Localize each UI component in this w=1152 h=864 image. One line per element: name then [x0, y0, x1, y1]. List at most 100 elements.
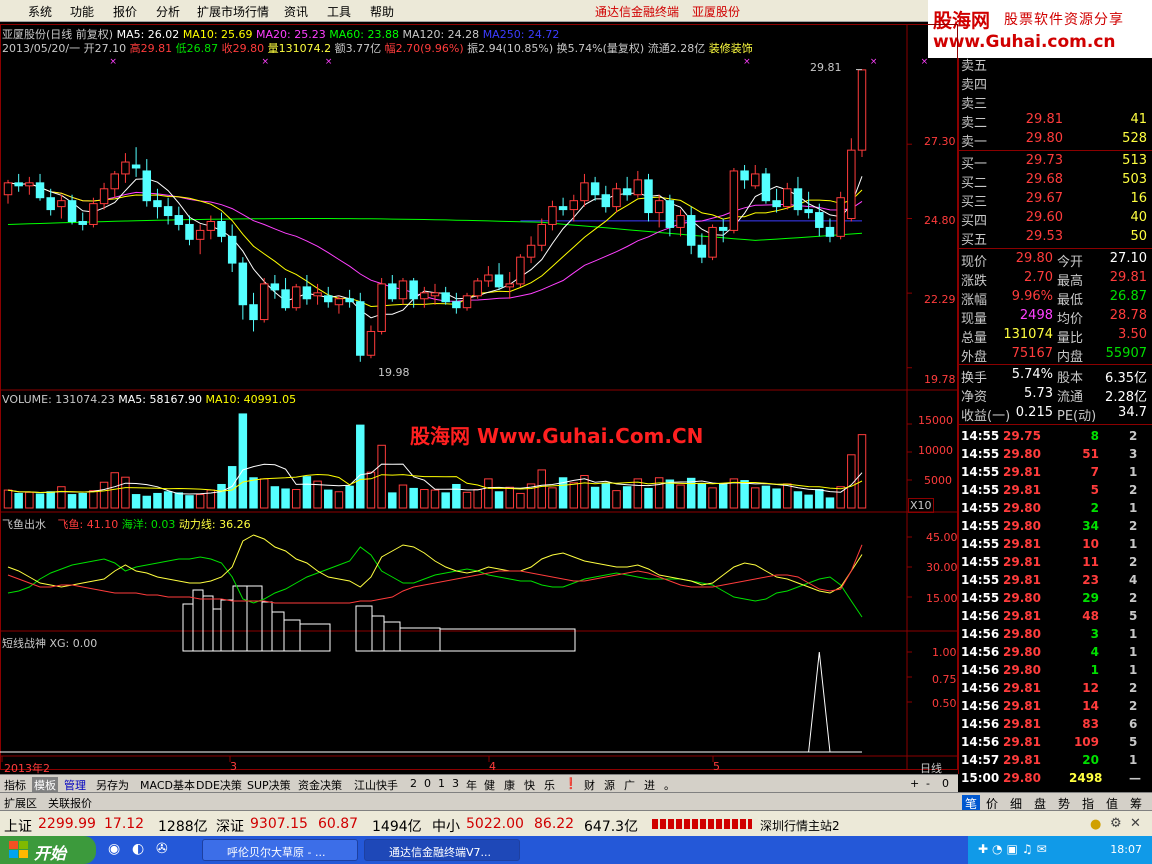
- sell-label: 卖一: [961, 135, 988, 150]
- ind1-box: [212, 608, 222, 652]
- tick-time: 14:56: [961, 735, 1000, 749]
- volume-bar: [569, 482, 579, 509]
- tick-count: 5: [1129, 735, 1138, 749]
- menu-function[interactable]: 功能: [70, 3, 94, 20]
- tab-extension-area[interactable]: 扩展区: [4, 795, 37, 811]
- tab-c3[interactable]: 3: [452, 777, 459, 790]
- buy-volume: 40: [1130, 210, 1147, 225]
- clock: 18:07: [1110, 843, 1142, 856]
- tick-price: 29.81: [1003, 753, 1041, 767]
- tick-price: 29.80: [1003, 627, 1041, 641]
- volume-bar: [815, 489, 824, 509]
- candle-body: [121, 161, 130, 175]
- buy-label: 买三: [961, 195, 988, 210]
- tick-count: 1: [1129, 627, 1138, 641]
- close-icon[interactable]: ✕: [1130, 816, 1141, 831]
- tab-yuan[interactable]: 源: [604, 777, 615, 793]
- tab-jin[interactable]: 进: [644, 777, 655, 793]
- tab-c0[interactable]: 0: [424, 777, 431, 790]
- menu-extended-market[interactable]: 扩展市场行情: [197, 3, 269, 20]
- axis-label-ind1-1: 45.00: [926, 531, 958, 544]
- tab-save-as[interactable]: 另存为: [96, 777, 129, 793]
- tab-jian[interactable]: 健: [484, 777, 495, 793]
- tab-template[interactable]: 模板: [32, 777, 58, 793]
- zoom-reset-button[interactable]: 0: [942, 777, 949, 790]
- menu-analysis[interactable]: 分析: [156, 3, 180, 20]
- tick-volume: 12: [1082, 681, 1099, 695]
- tick-time: 14:55: [961, 519, 1000, 533]
- date-axis-march: 3: [230, 760, 237, 773]
- tab-macd[interactable]: MACD基本: [140, 777, 195, 793]
- volume-bar: [793, 491, 803, 509]
- axis-label-vol-2: 10000: [918, 444, 953, 457]
- menu-news[interactable]: 资讯: [284, 3, 308, 20]
- stat-label: 净资: [961, 390, 988, 405]
- tab-sup[interactable]: SUP决策: [247, 777, 291, 793]
- candle-body: [857, 69, 867, 151]
- sh-change: 17.12: [104, 816, 145, 832]
- tab-indicator[interactable]: 指标: [4, 777, 26, 793]
- tab-manage[interactable]: 管理: [64, 777, 86, 793]
- candle-body: [505, 283, 514, 288]
- tab-cai[interactable]: 财: [584, 777, 595, 793]
- chart-area[interactable]: ××××××× 亚厦股份(日线 前复权) MA5: 26.02 MA10: 25…: [0, 22, 958, 775]
- menu-help[interactable]: 帮助: [370, 3, 394, 20]
- menu-tools[interactable]: 工具: [327, 3, 351, 20]
- task-browser[interactable]: 呼伦贝尔大草原 - ...: [202, 839, 358, 861]
- tab-kang[interactable]: 康: [504, 777, 515, 793]
- ind1-name: 飞鱼出水: [2, 518, 46, 531]
- tab-dde[interactable]: DDE决策: [196, 777, 242, 793]
- quicklaunch-icon-3[interactable]: ✇: [156, 841, 168, 857]
- candle-body: [665, 200, 675, 228]
- tick-price: 29.75: [1003, 429, 1041, 443]
- candle-body: [67, 200, 77, 222]
- tab-jiangshan[interactable]: 江山快手: [354, 777, 398, 793]
- candle-body: [783, 188, 792, 208]
- tab-c1[interactable]: 1: [438, 777, 445, 790]
- quicklaunch-icon-1[interactable]: ◉: [108, 841, 120, 857]
- tick-price: 29.81: [1003, 609, 1041, 623]
- volume-bar: [46, 491, 55, 509]
- server-name[interactable]: 深圳行情主站2: [760, 817, 840, 834]
- candle-body: [185, 223, 194, 240]
- volume-bar: [601, 482, 611, 509]
- tab-period[interactable]: 。: [664, 777, 675, 793]
- tick-row: 14:55 29.81 23 4: [959, 572, 1152, 590]
- buy-label: 买一: [961, 157, 988, 172]
- tab-c2[interactable]: 2: [410, 777, 417, 790]
- tab-kuai[interactable]: 快: [524, 777, 535, 793]
- tick-price: 29.81: [1003, 483, 1041, 497]
- candle-body: [46, 197, 55, 211]
- ind1-feiyu: 飞鱼: 41.10: [57, 518, 119, 531]
- settings-icon[interactable]: ⚙: [1110, 816, 1122, 831]
- tick-volume: 29: [1082, 591, 1099, 605]
- quicklaunch-icon-2[interactable]: ◐: [132, 841, 144, 857]
- tick-row: 14:55 29.81 5 2: [959, 482, 1152, 500]
- candle-body: [153, 200, 162, 208]
- stat-value: 5.74%: [1011, 367, 1053, 382]
- tick-time: 14:55: [961, 447, 1000, 461]
- tab-nian[interactable]: 年: [466, 777, 477, 793]
- tick-row: 15:00 29.80 2498 —: [959, 770, 1152, 788]
- start-button[interactable]: 开始: [0, 836, 96, 864]
- tick-row: 14:56 29.81 48 5: [959, 608, 1152, 626]
- task-tdx[interactable]: 通达信金融终端V7...: [364, 839, 520, 861]
- stat-value: 29.80: [1015, 251, 1053, 266]
- candle-body: [825, 226, 835, 237]
- volume-bar: [195, 494, 205, 509]
- tab-exclaim[interactable]: ❗: [564, 777, 578, 790]
- menu-quote[interactable]: 报价: [113, 3, 137, 20]
- volume-bar: [825, 497, 835, 509]
- tab-related-quote[interactable]: 关联报价: [48, 795, 92, 811]
- tick-row: 14:55 29.81 7 1: [959, 464, 1152, 482]
- volume-bar: [3, 489, 13, 509]
- ind1-box: [220, 599, 234, 652]
- tab-fund[interactable]: 资金决策: [298, 777, 342, 793]
- menu-system[interactable]: 系统: [28, 3, 52, 20]
- candle-body: [612, 188, 621, 208]
- zoom-out-button[interactable]: -: [926, 777, 930, 790]
- tab-le[interactable]: 乐: [544, 777, 555, 793]
- tab-guang[interactable]: 广: [624, 777, 635, 793]
- axis-label-price-3: 22.29: [924, 293, 956, 306]
- zoom-in-button[interactable]: +: [910, 777, 919, 790]
